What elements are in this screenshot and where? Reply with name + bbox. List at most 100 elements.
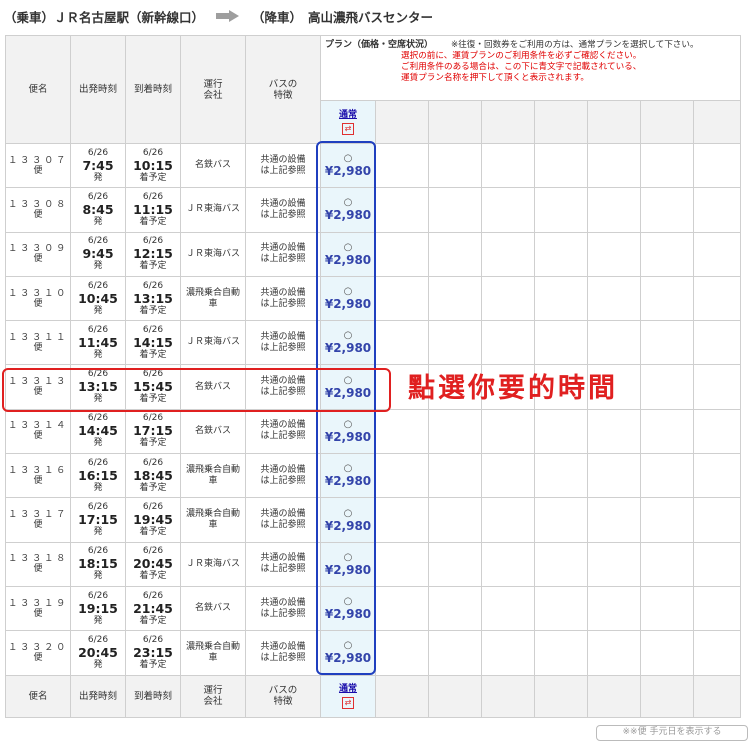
bus-number-cell: １３３１０ 便 [5,275,71,322]
arrive-time: 14:15 [133,334,173,350]
footer-col-arrive: 到着時刻 [125,674,181,718]
arrive-suffix: 着予定 [139,394,167,405]
show-more-button[interactable]: ※※便 手元日を表示する [596,725,748,741]
price-value[interactable]: ¥2,980 [321,651,375,665]
arrive-suffix: 着予定 [139,305,167,316]
operator-name: 名鉄バス [194,160,231,171]
depart-time: 14:45 [78,423,118,439]
price-value[interactable]: ¥2,980 [321,607,375,621]
operator-cell: 濃飛乗合自動 車 [180,630,246,676]
bus-number-cell: １３３１８ 便 [5,541,71,587]
swap-icon[interactable]: ⇄ [342,123,354,135]
depart-suffix: 発 [93,261,103,272]
price-value[interactable]: ¥2,980 [321,519,375,533]
footer-plan-normal-link[interactable]: 通常 [339,684,357,694]
arrive-time: 19:45 [133,512,173,528]
alighting-stop: 高山濃飛バスセンター [308,9,434,25]
price-cell[interactable]: ○ ¥2,980 [320,630,376,676]
bus-suffix: 便 [33,475,43,486]
feature-cell: 共通の設備 は上記参照 [245,408,321,455]
availability-circle-icon: ○ [343,596,353,608]
price-value[interactable]: ¥2,980 [321,341,375,355]
price-value[interactable]: ¥2,980 [321,430,375,444]
feature-text: 共通の設備 は上記参照 [260,243,306,265]
depart-time: 11:45 [78,334,118,350]
price-value[interactable]: ¥2,980 [321,253,375,267]
footer-swap-icon[interactable]: ⇄ [342,697,354,710]
table-row: １３３１０ 便 6/26 10:45 発 6/26 13:15 着予定 濃飛乗合自動 車共通の設… [5,275,742,322]
depart-cell: 6/26 20:45 発 [70,630,126,676]
depart-cell: 6/26 10:45 発 [70,275,126,322]
price-cell[interactable]: ○ ¥2,980 [320,408,376,455]
bus-number-cell: １３３１４ 便 [5,408,71,455]
plan-normal-link[interactable]: 通常 [339,110,357,120]
depart-time: 17:15 [78,512,118,528]
operator-cell: 名鉄バス [180,364,246,410]
price-value[interactable]: ¥2,980 [321,164,375,178]
depart-date: 6/26 [87,147,109,158]
bus-number-cell: １３３０７ 便 [5,142,71,189]
price-cell[interactable]: ○ ¥2,980 [320,142,376,189]
price-value[interactable]: ¥2,980 [321,386,375,400]
operator-name: ＪＲ東海バス [185,204,240,215]
feature-cell: 共通の設備 は上記参照 [245,364,321,410]
price-cell[interactable]: ○ ¥2,980 [320,497,376,543]
feature-text: 共通の設備 は上記参照 [260,287,306,309]
price-value[interactable]: ¥2,980 [321,563,375,577]
arrive-suffix: 着予定 [139,172,167,183]
price-value[interactable]: ¥2,980 [321,297,375,311]
price-cell[interactable]: ○ ¥2,980 [320,187,376,233]
bus-number-cell: １３３２０ 便 [5,630,71,676]
operator-name: ＪＲ東海バス [185,248,240,259]
depart-cell: 6/26 8:45 発 [70,187,126,233]
depart-time: 20:45 [78,644,118,660]
operator-cell: 名鉄バス [180,585,246,632]
plan-normal-header: 通常 ⇄ [320,100,376,144]
arrive-time: 23:15 [133,644,173,660]
feature-cell: 共通の設備 は上記参照 [245,142,321,189]
depart-time: 9:45 [82,246,114,262]
price-cell[interactable]: ○ ¥2,980 [320,275,376,322]
operator-cell: ＪＲ東海バス [180,187,246,233]
operator-name: 濃飛乗合自動 車 [185,509,240,531]
price-value[interactable]: ¥2,980 [321,474,375,488]
depart-date: 6/26 [87,280,109,291]
boarding-label: （乗車） [4,9,55,25]
operator-name: 濃飛乗合自動 車 [185,464,240,486]
arrive-cell: 6/26 20:45 着予定 [125,541,181,587]
operator-name: ＪＲ東海バス [185,558,240,569]
footer-col-feature: バスの 特徴 [245,674,321,718]
price-value[interactable]: ¥2,980 [321,208,375,222]
price-cell[interactable]: ○ ¥2,980 [320,231,376,277]
price-cell[interactable]: ○ ¥2,980 [320,585,376,632]
price-cell[interactable]: ○ ¥2,980 [320,541,376,587]
price-cell[interactable]: ○ ¥2,980 [320,320,376,366]
table-row: １３３０８ 便 6/26 8:45 発 6/26 11:15 着予定 ＪＲ東海バス 共通の設備 は… [5,187,742,233]
feature-cell: 共通の設備 は上記参照 [245,541,321,587]
depart-suffix: 発 [93,305,103,316]
availability-circle-icon: ○ [343,330,353,342]
operator-cell: ＪＲ東海バス [180,231,246,277]
route-summary: （乗車） ＪＲ名古屋駅（新幹線口） （降車） 高山濃飛バスセンター [0,0,750,32]
depart-suffix: 発 [93,659,103,670]
bus-number: １３３２０ [7,641,68,653]
footer-col-depart: 出発時刻 [70,674,126,718]
arrow-right-icon [216,10,240,22]
table-row: １３３０７ 便 6/26 7:45 発 6/26 10:15 着予定 名鉄バス 共通の設備 は上記… [5,142,742,189]
availability-circle-icon: ○ [343,640,353,652]
arrive-date: 6/26 [142,280,164,291]
bus-number: １３３１３ [7,376,68,388]
arrive-suffix: 着予定 [139,482,167,493]
price-cell[interactable]: ○ ¥2,980 [320,364,376,410]
plan-note: ※往復・回数券をご利用の方は、通常プランを選択して下さい。 [451,40,699,50]
bus-suffix: 便 [33,520,43,531]
red-notice-2: ご利用条件のある場合は、この下に青文字で記載されている、 [401,62,642,72]
depart-suffix: 発 [93,615,103,626]
arrive-suffix: 着予定 [139,438,167,449]
feature-text: 共通の設備 は上記参照 [260,154,306,176]
price-cell[interactable]: ○ ¥2,980 [320,453,376,499]
depart-suffix: 発 [93,571,103,582]
table-row: １３３１３ 便 6/26 13:15 発 6/26 15:45 着予定 名鉄バス 共通の設備 は上… [5,364,742,410]
bus-number: １３３１１ [7,331,68,343]
footer-col-operator: 運行 会社 [180,674,246,718]
